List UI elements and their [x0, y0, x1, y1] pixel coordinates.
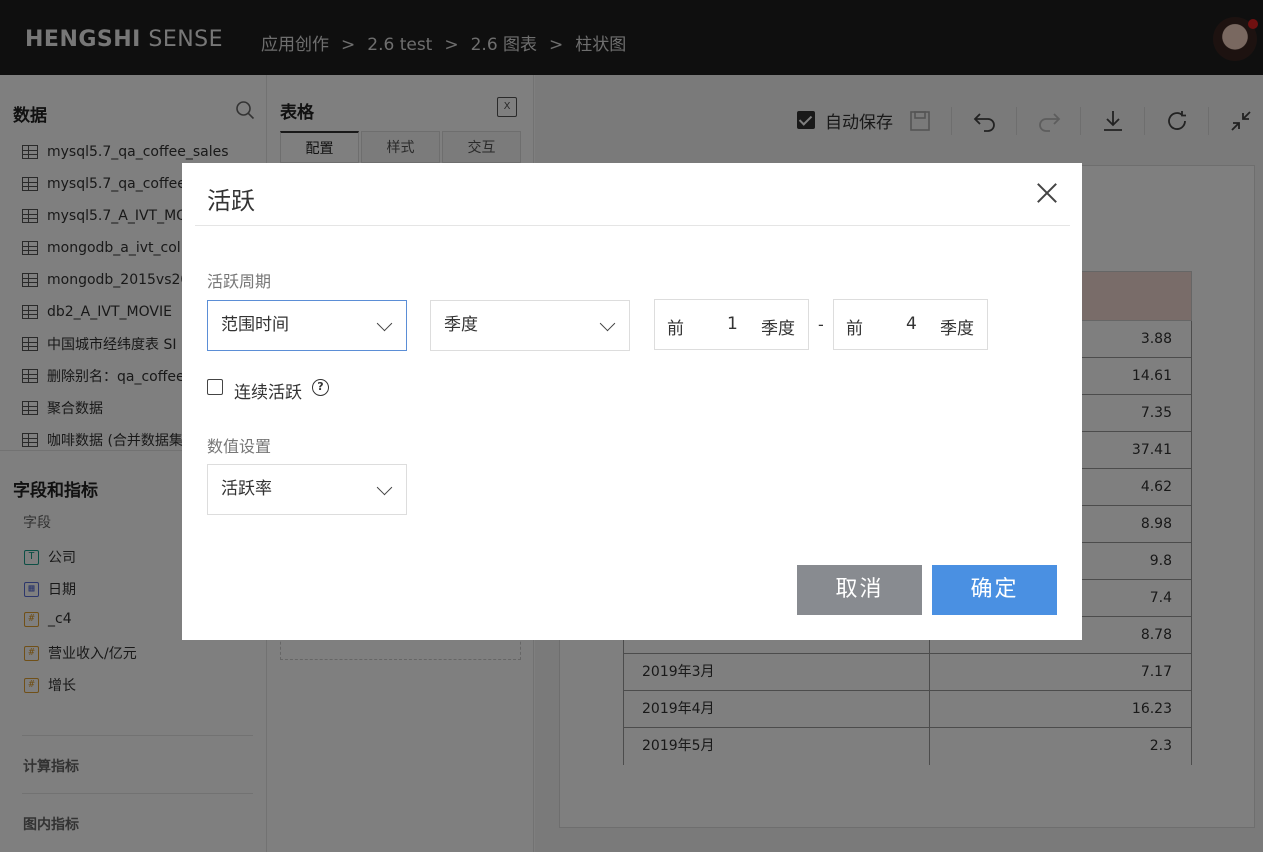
cancel-button[interactable]: 取消: [797, 565, 922, 615]
continuous-active-label[interactable]: 连续活跃: [234, 378, 302, 403]
value-settings-label: 数值设置: [207, 437, 272, 456]
chevron-down-icon: [376, 315, 393, 332]
continuous-active-checkbox[interactable]: [207, 379, 223, 395]
dialog-title: 活跃: [207, 187, 255, 215]
range-end-input[interactable]: 前 4 季度: [833, 299, 988, 350]
granularity-select[interactable]: 季度: [430, 300, 630, 351]
period-type-select[interactable]: 范围时间: [207, 300, 407, 351]
close-icon[interactable]: [1034, 180, 1060, 206]
range-separator: -: [818, 315, 824, 334]
dialog-divider: [195, 225, 1070, 226]
period-label: 活跃周期: [207, 272, 272, 291]
value-type-select[interactable]: 活跃率: [207, 464, 407, 515]
help-icon[interactable]: ?: [312, 379, 329, 396]
active-settings-dialog: 活跃 活跃周期 范围时间 季度 前 1 季度 - 前 4 季度 连续活跃 ? 数…: [182, 163, 1082, 640]
chevron-down-icon: [376, 479, 393, 496]
chevron-down-icon: [599, 315, 616, 332]
confirm-button[interactable]: 确定: [932, 565, 1057, 615]
range-start-input[interactable]: 前 1 季度: [654, 299, 809, 350]
